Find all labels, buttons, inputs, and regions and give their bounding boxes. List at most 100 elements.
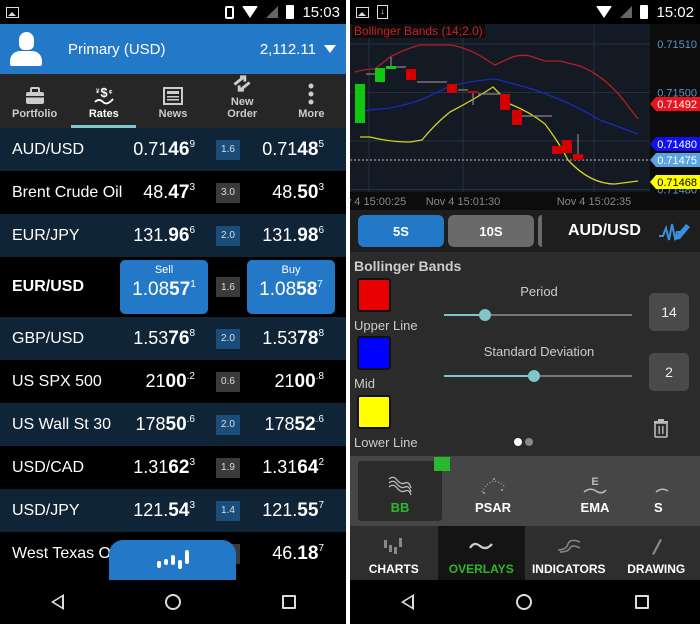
ask-price[interactable]: 46.187 xyxy=(250,543,324,565)
tab-news[interactable]: News xyxy=(138,74,207,128)
chart-canvas[interactable]: 0.715100.715000.714900.714800.71470Nov 4… xyxy=(350,24,700,245)
tab-rates[interactable]: $ ¥ ¢ Rates xyxy=(69,74,138,128)
candle-body xyxy=(552,146,562,154)
bid-price[interactable]: 48.473 xyxy=(121,182,195,204)
instrument-name: US SPX 500 xyxy=(12,372,102,390)
rate-row-usd-jpy[interactable]: USD/JPY 121.543 1.4 121.557 xyxy=(0,489,346,532)
ask-price[interactable]: 48.503 xyxy=(250,182,324,204)
ask-price[interactable]: 1.31642 xyxy=(250,457,324,479)
tab-new-order[interactable]: New Order xyxy=(208,74,277,128)
bid-price[interactable]: 1.31623 xyxy=(121,457,195,479)
ema-icon: E xyxy=(583,476,607,494)
ask-price[interactable]: 2100.8 xyxy=(250,371,324,393)
bid-price[interactable]: 17850.6 xyxy=(121,414,195,436)
rate-row-aud-usd[interactable]: AUD/USD 0.71469 1.6 0.71485 xyxy=(0,128,346,171)
ask-price[interactable]: 121.557 xyxy=(250,500,324,522)
timeframe-more[interactable] xyxy=(538,215,542,247)
tab-drawing[interactable]: DRAWING xyxy=(613,526,700,580)
period-slider-thumb[interactable] xyxy=(479,309,492,321)
candle-body xyxy=(447,84,457,93)
rate-row-eur-usd-selected[interactable]: EUR/USD Sell 1.08571 1.6 Buy 1.08587 xyxy=(0,257,346,317)
buy-button[interactable]: Buy 1.08587 xyxy=(247,260,335,314)
rates-screen: 15:03 Primary (USD) 2,112.11 Portfolio $… xyxy=(0,0,346,624)
rate-row-brent[interactable]: Brent Crude Oil 48.473 3.0 48.503 xyxy=(0,171,346,214)
rate-row-usd-cad[interactable]: USD/CAD 1.31623 1.9 1.31642 xyxy=(0,446,346,489)
home-icon[interactable] xyxy=(516,594,533,610)
overlay-bb[interactable]: BB xyxy=(358,457,450,521)
tab-label: INDICATORS xyxy=(531,562,606,576)
ask-price[interactable]: 1.53788 xyxy=(250,328,324,350)
sell-button[interactable]: Sell 1.08571 xyxy=(120,260,208,314)
account-selector[interactable]: Primary (USD) 2,112.11 xyxy=(0,24,346,74)
overlay-psar[interactable]: PSAR xyxy=(442,461,544,521)
period-slider[interactable] xyxy=(444,309,632,321)
more-vert-icon xyxy=(308,83,314,105)
recent-apps-icon[interactable] xyxy=(634,595,649,609)
recent-apps-icon[interactable] xyxy=(281,595,296,609)
rate-row-eur-jpy[interactable]: EUR/JPY 131.966 2.0 131.986 xyxy=(0,214,346,257)
page-dot[interactable] xyxy=(525,438,533,446)
tab-overlays[interactable]: OVERLAYS xyxy=(437,526,525,580)
overlay-sma[interactable]: S xyxy=(646,461,686,521)
home-icon[interactable] xyxy=(164,594,181,610)
ask-price[interactable]: 131.986 xyxy=(250,225,324,247)
back-icon[interactable] xyxy=(50,594,64,610)
bid-price[interactable]: 121.543 xyxy=(121,500,195,522)
timeframe-5s[interactable]: 5S xyxy=(358,215,444,247)
bid-price[interactable]: 1.53768 xyxy=(121,328,195,350)
stddev-value-button[interactable]: 2 xyxy=(649,353,689,391)
candle-body xyxy=(500,94,510,110)
ask-price[interactable]: 0.71485 xyxy=(250,139,324,161)
wifi-icon xyxy=(596,6,613,18)
mid-line-color-swatch[interactable] xyxy=(357,336,391,370)
tab-more[interactable]: More xyxy=(277,74,346,128)
rate-row-gbp-usd[interactable]: GBP/USD 1.53768 2.0 1.53788 xyxy=(0,317,346,360)
period-value-button[interactable]: 14 xyxy=(649,293,689,331)
chart-edit-icon[interactable] xyxy=(658,218,692,244)
tab-label: Portfolio xyxy=(11,108,58,120)
tab-indicators[interactable]: INDICATORS xyxy=(525,526,613,580)
bid-price[interactable]: 2100.2 xyxy=(121,371,195,393)
tab-label: OVERLAYS xyxy=(448,562,514,576)
open-chart-button[interactable] xyxy=(109,540,236,580)
tab-charts[interactable]: CHARTS xyxy=(350,526,438,580)
rate-row-us-spx-500[interactable]: US SPX 500 2100.2 0.6 2100.8 xyxy=(0,360,346,403)
lower-line-label: Lower Line xyxy=(354,435,418,450)
upper-band-line xyxy=(354,44,639,120)
trash-icon[interactable] xyxy=(653,418,669,438)
lower-line-color-swatch[interactable] xyxy=(357,395,391,429)
instrument-name: Brent Crude Oil xyxy=(12,183,122,201)
spread-badge: 2.0 xyxy=(216,225,240,246)
svg-text:$: $ xyxy=(100,85,108,100)
spread-badge: 1.9 xyxy=(216,457,240,478)
overlay-label: EMA xyxy=(580,500,610,515)
mid-line-label: Mid xyxy=(354,376,375,391)
stddev-slider-thumb[interactable] xyxy=(528,370,541,382)
bid-price[interactable]: 131.966 xyxy=(121,225,195,247)
tab-label: CHARTS xyxy=(368,562,419,576)
account-name: Primary (USD) xyxy=(68,40,166,58)
tab-portfolio[interactable]: Portfolio xyxy=(0,74,69,128)
buy-price: 1.08587 xyxy=(259,279,323,300)
dropdown-caret-icon[interactable] xyxy=(324,45,336,53)
bollinger-icon xyxy=(388,476,412,496)
upper-line-color-swatch[interactable] xyxy=(357,278,391,312)
sell-label: Sell xyxy=(154,264,174,276)
price-chart[interactable]: 0.715100.715000.714900.714800.71470Nov 4… xyxy=(350,24,700,245)
overlay-ema[interactable]: E EMA xyxy=(544,461,646,521)
bid-price[interactable]: 0.71469 xyxy=(121,139,195,161)
clock: 15:02 xyxy=(656,3,694,21)
timeframe-10s[interactable]: 10S xyxy=(448,215,534,247)
back-icon[interactable] xyxy=(401,594,415,610)
x-tick-label: Nov 4 15:00:25 xyxy=(350,196,406,208)
sma-icon xyxy=(655,488,669,493)
symbol-label[interactable]: AUD/USD xyxy=(568,222,658,240)
ask-price[interactable]: 17852.6 xyxy=(250,414,324,436)
page-dot-active[interactable] xyxy=(514,438,522,446)
svg-text:¢: ¢ xyxy=(109,90,113,96)
rate-row-us-wall-st-30[interactable]: US Wall St 30 17850.6 2.0 17852.6 xyxy=(0,403,346,446)
price-tag-label: 0.71480 xyxy=(657,139,697,151)
stddev-slider[interactable] xyxy=(444,370,632,382)
instrument-name: EUR/USD xyxy=(12,278,85,295)
period-label: Period xyxy=(520,284,558,299)
